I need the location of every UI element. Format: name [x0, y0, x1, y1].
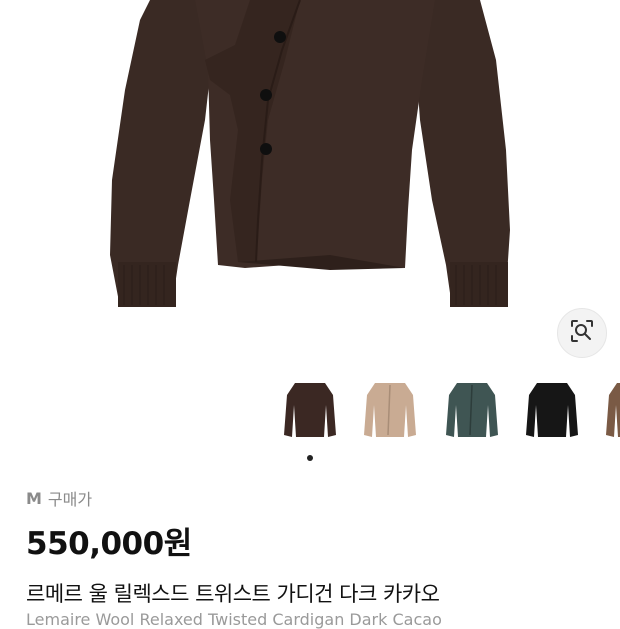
product-hero-image[interactable]: [0, 0, 620, 368]
thumbnail-brown[interactable]: [600, 372, 620, 448]
active-thumbnail-dot: [307, 455, 313, 461]
thumbnail-carousel[interactable]: [0, 372, 620, 448]
thumbnail-image: [606, 383, 620, 437]
thumbnail-image: [526, 383, 578, 437]
image-search-icon: [569, 318, 595, 348]
thumbnail-indicator: [0, 455, 620, 463]
thumbnail-black[interactable]: [520, 372, 584, 448]
product-price: 550,000원: [26, 526, 192, 562]
thumbnail-image: [284, 383, 336, 437]
thumbnail-image: [446, 383, 498, 437]
thumbnail-image: [364, 383, 416, 437]
thumbnail-dark-cacao[interactable]: [278, 372, 342, 448]
purchase-price-label: 구매가: [47, 490, 93, 509]
thumbnail-teal-gray[interactable]: [440, 372, 504, 448]
size-label: M: [26, 488, 42, 508]
image-search-button[interactable]: [557, 308, 607, 358]
product-title-korean: 르메르 울 릴렉스드 트위스트 가디건 다크 카카오: [26, 582, 440, 606]
thumbnail-beige[interactable]: [358, 372, 422, 448]
size-purchase-line: M 구매가: [26, 487, 93, 510]
